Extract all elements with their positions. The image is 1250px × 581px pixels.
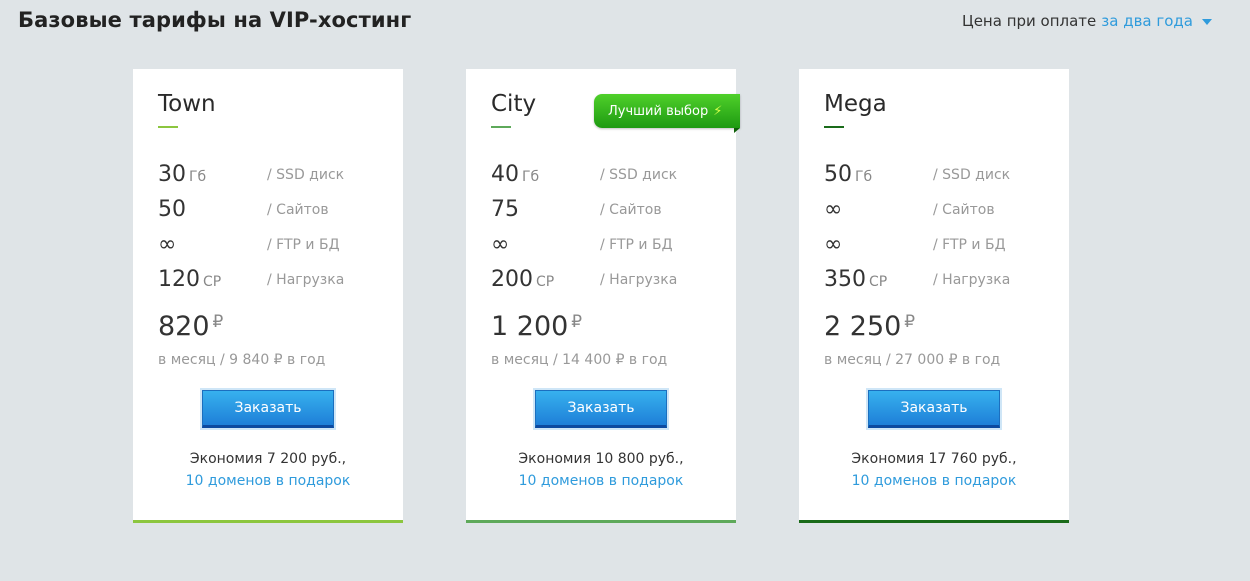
spec-row: 50 / Сайтов	[158, 194, 388, 224]
plan-underline	[491, 126, 511, 128]
period-prefix: Цена при оплате	[962, 12, 1097, 30]
spec-value: 200	[491, 267, 533, 292]
best-choice-badge: Лучший выбор ⚡	[594, 94, 740, 128]
plan-card-city: City 40 Гб / SSD диск 75 / Сайтов ∞ / FTP…	[466, 69, 736, 523]
spec-unit: CP	[869, 274, 888, 290]
spec-row: 30 Гб / SSD диск	[158, 159, 388, 189]
infinity-icon: ∞	[824, 197, 843, 222]
plan-name: Mega	[824, 91, 887, 117]
order-button[interactable]: Заказать	[535, 390, 667, 428]
spec-label: / Нагрузка	[933, 272, 1011, 288]
ruble-icon: ₽	[904, 312, 916, 332]
spec-row: ∞ / FTP и БД	[824, 229, 1054, 259]
spec-label: / FTP и БД	[267, 237, 340, 253]
spec-label: / SSD диск	[600, 167, 678, 183]
spec-label: / Нагрузка	[600, 272, 678, 288]
spec-row: 200 CP / Нагрузка	[491, 264, 721, 294]
plan-card-town: Town 30 Гб / SSD диск 50 / Сайтов ∞ / FTP…	[133, 69, 403, 523]
price-value: 820	[158, 311, 210, 342]
price-value: 2 250	[824, 311, 902, 342]
spec-value: 50	[824, 162, 852, 187]
spec-unit: Гб	[522, 169, 540, 185]
page-title: Базовые тарифы на VIP-хостинг	[18, 8, 412, 32]
plan-price: 820 ₽	[158, 311, 223, 342]
gift-domains-link[interactable]: 10 доменов в подарок	[133, 473, 403, 489]
economy-text: Экономия 17 760 руб.,	[851, 451, 1017, 467]
plan-underline	[158, 126, 178, 128]
ruble-icon: ₽	[571, 312, 583, 332]
spec-row: 50 Гб / SSD диск	[824, 159, 1054, 189]
spec-value: 120	[158, 267, 200, 292]
order-button[interactable]: Заказать	[868, 390, 1000, 428]
plan-name: City	[491, 91, 537, 117]
badge-label: Лучший выбор	[608, 103, 709, 119]
infinity-icon: ∞	[158, 232, 177, 257]
spec-row: ∞ / Сайтов	[824, 194, 1054, 224]
spec-value: 30	[158, 162, 186, 187]
plan-price: 2 250 ₽	[824, 311, 915, 342]
plan-card-mega: Mega 50 Гб / SSD диск ∞ / Сайтов ∞ / FTP …	[799, 69, 1069, 523]
spec-value: 350	[824, 267, 866, 292]
spec-row: 350 CP / Нагрузка	[824, 264, 1054, 294]
card-bottom-bar	[133, 520, 403, 523]
spec-label: / Сайтов	[933, 202, 995, 218]
spec-label: / SSD диск	[933, 167, 1011, 183]
chevron-down-icon[interactable]	[1202, 19, 1212, 25]
spec-label: / Сайтов	[600, 202, 662, 218]
price-subtitle: в месяц / 9 840 ₽ в год	[158, 352, 326, 368]
spec-row: ∞ / FTP и БД	[491, 229, 721, 259]
plan-underline	[824, 126, 844, 128]
spec-unit: CP	[203, 274, 222, 290]
spec-row: ∞ / FTP и БД	[158, 229, 388, 259]
spec-label: / SSD диск	[267, 167, 345, 183]
card-bottom-bar	[799, 520, 1069, 523]
spec-label: / Нагрузка	[267, 272, 345, 288]
spec-unit: CP	[536, 274, 555, 290]
gift-domains-link[interactable]: 10 доменов в подарок	[466, 473, 736, 489]
spec-value: 75	[491, 197, 519, 222]
economy-text: Экономия 10 800 руб.,	[518, 451, 684, 467]
spec-value: 40	[491, 162, 519, 187]
spec-label: / Сайтов	[267, 202, 329, 218]
spec-row: 75 / Сайтов	[491, 194, 721, 224]
spec-unit: Гб	[855, 169, 873, 185]
infinity-icon: ∞	[491, 232, 510, 257]
badge-fold	[734, 128, 740, 133]
spec-row: 40 Гб / SSD диск	[491, 159, 721, 189]
spec-unit: Гб	[189, 169, 207, 185]
period-dropdown[interactable]: за два года	[1101, 12, 1193, 30]
gift-domains-link[interactable]: 10 доменов в подарок	[799, 473, 1069, 489]
lightning-icon: ⚡	[713, 103, 723, 119]
payment-period: Цена при оплате за два года	[962, 12, 1212, 30]
ruble-icon: ₽	[212, 312, 224, 332]
plan-name: Town	[158, 91, 216, 117]
economy-text: Экономия 7 200 руб.,	[189, 451, 347, 467]
spec-row: 120 CP / Нагрузка	[158, 264, 388, 294]
spec-value: 50	[158, 197, 186, 222]
spec-label: / FTP и БД	[600, 237, 673, 253]
card-bottom-bar	[466, 520, 736, 523]
order-button[interactable]: Заказать	[202, 390, 334, 428]
price-value: 1 200	[491, 311, 569, 342]
plan-price: 1 200 ₽	[491, 311, 582, 342]
infinity-icon: ∞	[824, 232, 843, 257]
price-subtitle: в месяц / 27 000 ₽ в год	[824, 352, 1001, 368]
spec-label: / FTP и БД	[933, 237, 1006, 253]
price-subtitle: в месяц / 14 400 ₽ в год	[491, 352, 668, 368]
